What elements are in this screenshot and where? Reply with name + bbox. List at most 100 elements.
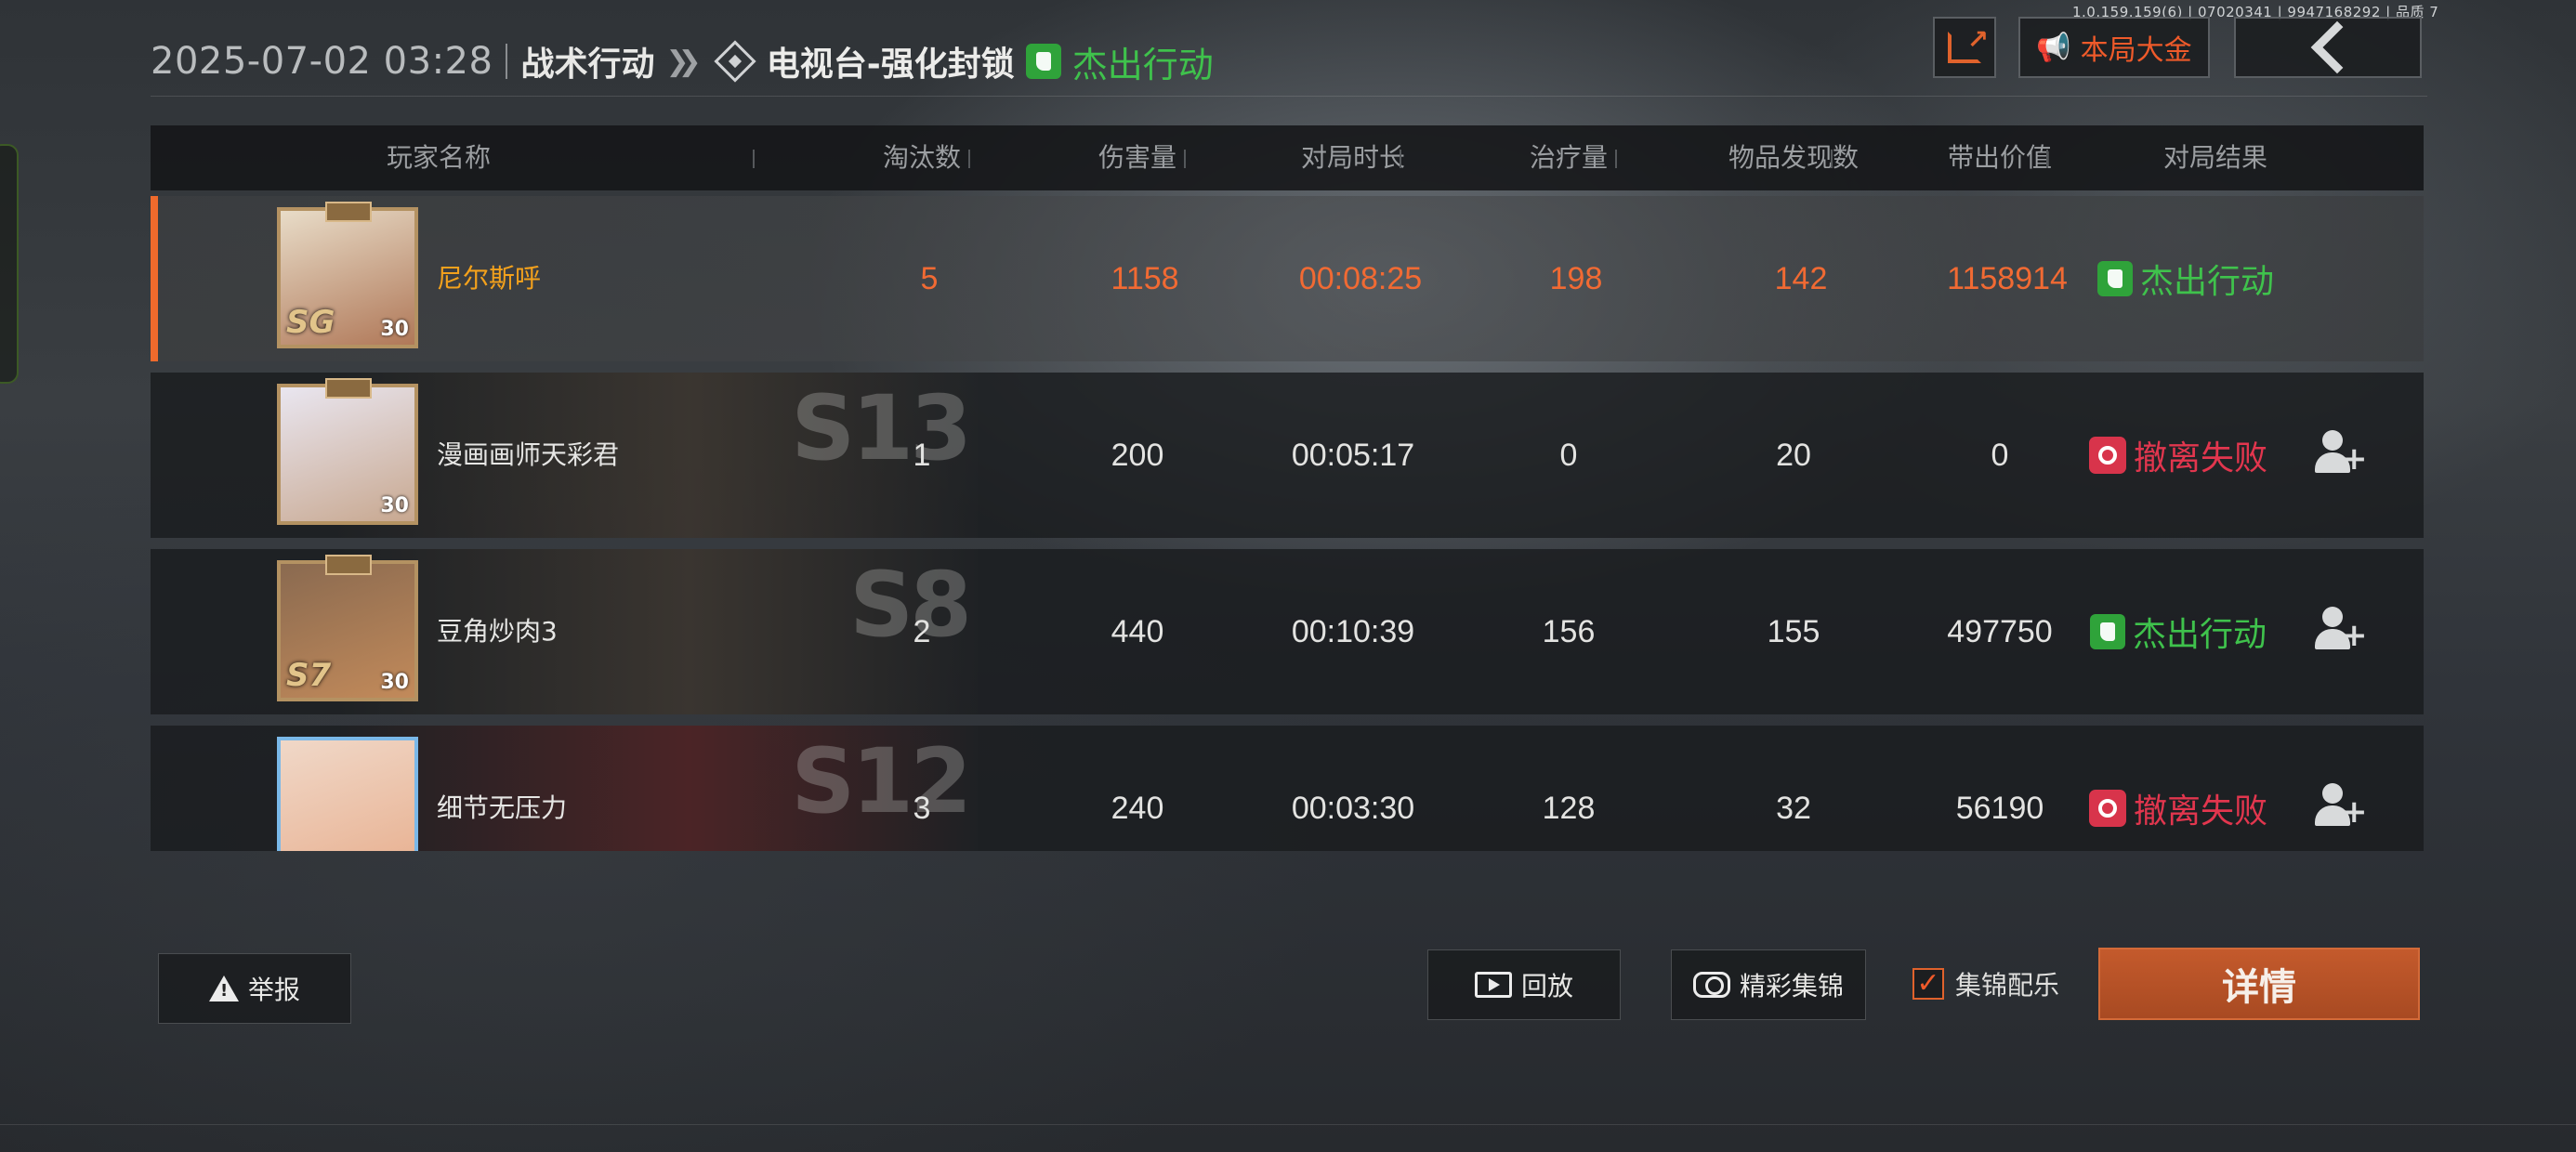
scoreboard-table: 玩家名称 淘汰数 伤害量 对局时长 治疗量 物品发现数 带出价值 对局结果 SG… [151, 125, 2424, 851]
items-found-value: 155 [1767, 614, 1820, 649]
add-friend-icon[interactable]: + [2313, 783, 2368, 831]
highlights-label: 精彩集锦 [1739, 971, 1844, 1001]
result-label: 杰出行动 [2139, 263, 2274, 301]
header-divider [506, 44, 508, 79]
duration-value: 00:10:39 [1291, 614, 1415, 649]
success-hand-icon [2096, 261, 2133, 296]
table-row[interactable]: S12 细节无压力 3 240 00:03:30 128 32 56190 撤离… [151, 726, 2424, 851]
jackpot-button[interactable]: 📢 本局大金 [2018, 17, 2210, 78]
rank-badge-icon [325, 202, 372, 222]
damage-value: 240 [1111, 791, 1164, 826]
eliminations-value: 2 [913, 614, 931, 649]
result-label: 撤离失败 [2133, 792, 2267, 831]
eliminations-value: 5 [920, 261, 939, 296]
column-header-player: 玩家名称 [386, 142, 491, 173]
avatar-level: 30 [380, 318, 409, 341]
player-name: 细节无压力 [437, 792, 568, 823]
avatar[interactable]: 30 [277, 378, 418, 525]
player-name: 豆角炒肉3 [437, 616, 558, 647]
healing-value: 198 [1549, 261, 1603, 296]
result-label: 杰出行动 [2132, 616, 2267, 654]
player-name: 尼尔斯呼 [437, 263, 542, 294]
header-divider-line [151, 96, 2427, 97]
column-divider [1184, 150, 1186, 168]
match-result: 杰出行动 [1071, 44, 1214, 85]
avatar-tier: S7 [286, 657, 332, 694]
replay-button[interactable]: 回放 [1427, 949, 1621, 1020]
fail-icon [2088, 437, 2126, 474]
result-label: 撤离失败 [2133, 439, 2267, 478]
add-friend-icon[interactable]: + [2313, 430, 2368, 478]
column-divider [1615, 150, 1617, 168]
double-chevron-icon: ❯❯ [665, 45, 701, 78]
fail-icon [2088, 790, 2126, 827]
add-friend-icon[interactable]: + [2313, 607, 2368, 655]
damage-value: 1158 [1111, 261, 1179, 296]
column-header-items-found: 物品发现数 [1728, 142, 1859, 173]
music-checkbox[interactable]: ✓ [1912, 968, 1944, 1000]
avatar-tier: SG [286, 304, 335, 341]
avatar[interactable] [277, 737, 418, 851]
film-play-icon [1474, 972, 1512, 998]
column-divider [753, 150, 755, 168]
bottom-divider [0, 1124, 2576, 1125]
duration-value: 00:05:17 [1291, 438, 1415, 473]
megaphone-icon: 📢 [2036, 31, 2071, 64]
player-name: 漫画画师天彩君 [437, 439, 620, 470]
table-row-self[interactable]: SG 30 尼尔斯呼 5 1158 00:08:25 198 142 11589… [151, 196, 2424, 361]
report-button[interactable]: 举报 [158, 953, 351, 1024]
table-row[interactable]: S13 30 漫画画师天彩君 1 200 00:05:17 0 20 0 撤离失… [151, 373, 2424, 538]
column-divider [2046, 150, 2048, 168]
avatar[interactable]: S7 30 [277, 555, 418, 701]
eliminations-value: 3 [913, 791, 931, 826]
result-badge: 杰出行动 [2057, 549, 2299, 714]
column-header-eliminations: 淘汰数 [882, 142, 961, 173]
map-name: 电视台-强化封锁 [766, 46, 1015, 84]
result-badge: 杰出行动 [2065, 196, 2307, 361]
replay-label: 回放 [1520, 971, 1573, 1001]
highlight-music-toggle[interactable]: ✓ 集锦配乐 [1912, 965, 2059, 1002]
eliminations-value: 1 [913, 438, 931, 473]
back-button[interactable] [2234, 17, 2422, 78]
avatar-level: 30 [380, 671, 409, 694]
result-badge: 撤离失败 [2057, 373, 2299, 538]
healing-value: 156 [1542, 614, 1596, 649]
avatar[interactable]: SG 30 [277, 202, 418, 348]
healing-value: 0 [1559, 438, 1578, 473]
highlights-button[interactable]: 精彩集锦 [1671, 949, 1866, 1020]
chevron-left-icon [2310, 20, 2364, 74]
damage-value: 200 [1111, 438, 1164, 473]
items-found-value: 20 [1776, 438, 1811, 473]
jackpot-label: 本局大金 [2080, 34, 2192, 67]
share-icon: ↗ [1948, 24, 1989, 63]
music-label: 集锦配乐 [1955, 970, 2060, 1001]
map-diamond-icon [714, 40, 756, 83]
camera-icon [1692, 972, 1730, 998]
success-hand-icon [1025, 44, 1061, 79]
healing-value: 128 [1542, 791, 1596, 826]
table-header: 玩家名称 淘汰数 伤害量 对局时长 治疗量 物品发现数 带出价值 对局结果 [151, 125, 2424, 190]
column-header-extracted-value: 带出价值 [1947, 142, 2052, 173]
share-button[interactable]: ↗ [1933, 17, 1996, 78]
column-divider [1831, 150, 1833, 168]
items-found-value: 142 [1774, 261, 1828, 296]
report-label: 举报 [247, 975, 300, 1005]
rank-badge-icon [325, 378, 372, 399]
column-header-damage: 伤害量 [1097, 142, 1176, 173]
column-header-result: 对局结果 [2162, 142, 2267, 173]
side-tab[interactable] [0, 144, 19, 384]
match-header: 2025-07-02 03:28 战术行动 ❯❯ 电视台-强化封锁 杰出行动 [151, 33, 1498, 89]
match-datetime: 2025-07-02 03:28 [151, 40, 493, 83]
column-divider [1400, 150, 1401, 168]
avatar-level: 30 [380, 494, 409, 517]
column-divider [968, 150, 970, 168]
game-mode: 战术行动 [520, 46, 655, 84]
column-header-duration: 对局时长 [1300, 142, 1405, 173]
table-row[interactable]: S8 S7 30 豆角炒肉3 2 440 00:10:39 156 155 49… [151, 549, 2424, 714]
column-header-healing: 治疗量 [1529, 142, 1608, 173]
result-badge: 撤离失败 [2057, 726, 2299, 851]
items-found-value: 32 [1776, 791, 1811, 826]
duration-value: 00:03:30 [1291, 791, 1415, 826]
details-button[interactable]: 详情 [2098, 948, 2420, 1020]
rank-badge-icon [325, 555, 372, 575]
